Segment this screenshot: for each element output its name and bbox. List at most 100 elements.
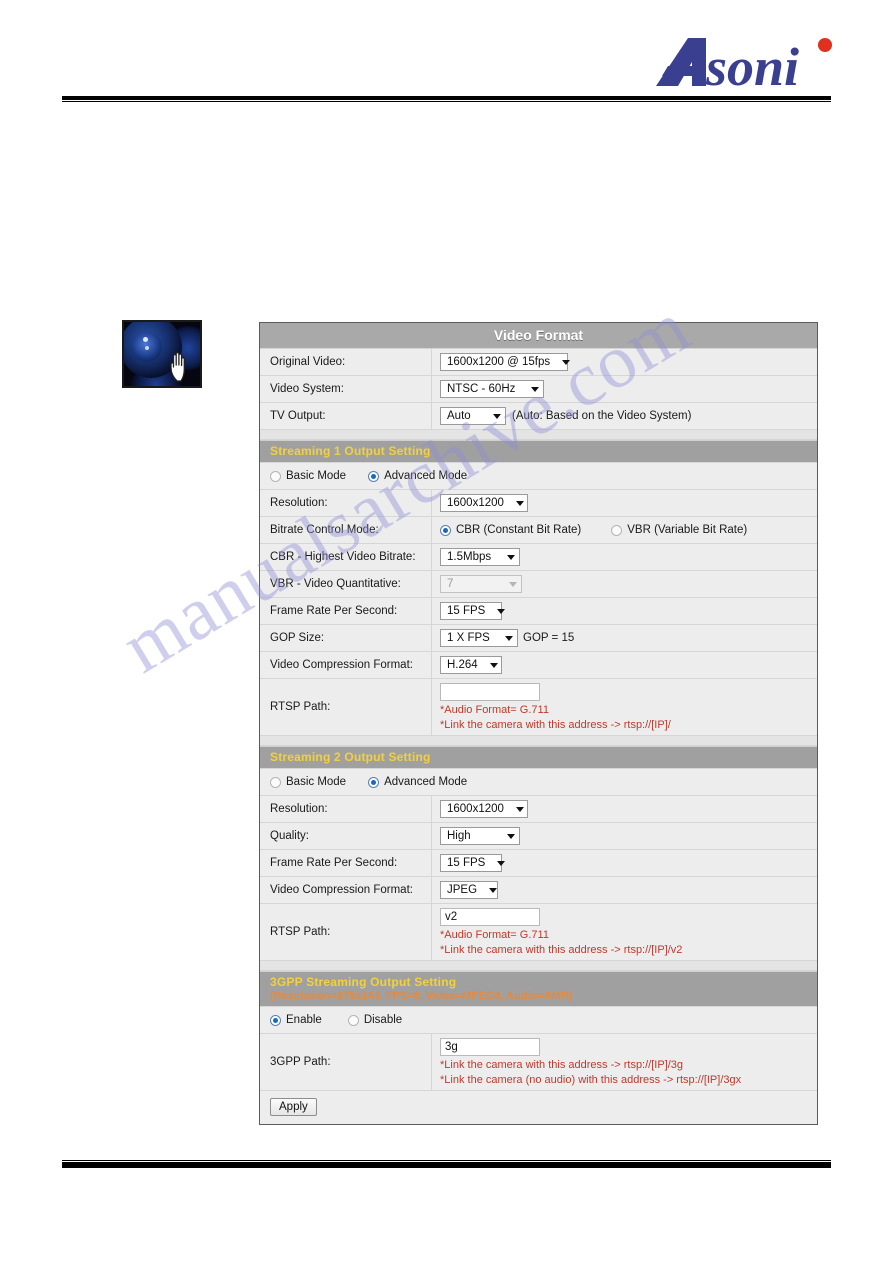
- hand-pointer-icon: [170, 352, 185, 382]
- footer-rule: [62, 1160, 831, 1168]
- chevron-down-icon: [493, 413, 501, 419]
- streaming1-rtsp-note2: *Link the camera with this address -> rt…: [440, 719, 671, 731]
- radio-icon: [270, 470, 281, 482]
- row-tv-output: TV Output: Auto (Auto: Based on the Vide…: [260, 403, 817, 430]
- radio-icon: [347, 1014, 359, 1026]
- streaming1-compression-select[interactable]: H.264: [440, 656, 502, 674]
- gop-note: GOP = 15: [523, 632, 575, 644]
- label-streaming2-compression: Video Compression Format:: [260, 877, 432, 903]
- label-threegpp-path: 3GPP Path:: [260, 1034, 432, 1090]
- row-threegpp-path: 3GPP Path: *Link the camera with this ad…: [260, 1034, 817, 1091]
- logo-dot-icon: [818, 38, 832, 52]
- chevron-down-icon: [497, 860, 506, 866]
- streaming2-section-header: Streaming 2 Output Setting: [260, 746, 817, 769]
- row-streaming1-mode: Basic Mode Advanced Mode: [260, 463, 817, 490]
- section-spacer: [260, 736, 817, 746]
- row-streaming2-resolution: Resolution: 1600x1200: [260, 796, 817, 823]
- chevron-down-icon: [531, 386, 539, 392]
- video-system-select[interactable]: NTSC - 60Hz: [440, 380, 544, 398]
- svg-text:soni: soni: [705, 37, 799, 94]
- row-threegpp-enable: Enable Disable: [260, 1007, 817, 1034]
- asoni-logo: soni: [648, 32, 848, 94]
- streaming2-fps-select[interactable]: 15 FPS: [440, 854, 506, 872]
- asoni-logo-icon: soni: [656, 37, 832, 94]
- row-streaming2-mode: Basic Mode Advanced Mode: [260, 769, 817, 796]
- radio-icon: [270, 1014, 281, 1026]
- streaming1-basic-mode-radio[interactable]: Basic Mode: [270, 470, 346, 482]
- row-streaming1-compression: Video Compression Format: H.264: [260, 652, 817, 679]
- chevron-down-icon: [507, 554, 515, 560]
- label-streaming1-resolution: Resolution:: [260, 490, 432, 516]
- streaming2-compression-select[interactable]: JPEG: [440, 881, 498, 899]
- label-gop-size: GOP Size:: [260, 625, 432, 651]
- vbr-quantitative-select: 7: [440, 575, 522, 593]
- threegpp-section-header: 3GPP Streaming Output Setting (Resolutio…: [260, 971, 817, 1007]
- label-streaming2-rtsp: RTSP Path:: [260, 904, 432, 960]
- row-video-system: Video System: NTSC - 60Hz: [260, 376, 817, 403]
- label-streaming2-quality: Quality:: [260, 823, 432, 849]
- threegpp-header-subtitle: (Resolution=176x144, FPS=5, Video=MPEG4,…: [270, 990, 573, 1002]
- tv-output-select[interactable]: Auto: [440, 407, 506, 425]
- camera-lens-thumbnail: [122, 320, 202, 388]
- gop-size-select[interactable]: 1 X FPS: [440, 629, 518, 647]
- row-streaming1-rtsp: RTSP Path: *Audio Format= G.711 *Link th…: [260, 679, 817, 736]
- row-streaming1-resolution: Resolution: 1600x1200: [260, 490, 817, 517]
- streaming2-rtsp-input[interactable]: [440, 908, 540, 926]
- row-streaming1-bitrate-control: Bitrate Control Mode: CBR (Constant Bit …: [260, 517, 817, 544]
- streaming1-advanced-mode-radio[interactable]: Advanced Mode: [368, 470, 467, 482]
- threegpp-note1: *Link the camera with this address -> rt…: [440, 1059, 684, 1071]
- streaming2-quality-select[interactable]: High: [440, 827, 520, 845]
- streaming1-resolution-select[interactable]: 1600x1200: [440, 494, 528, 512]
- row-streaming2-compression: Video Compression Format: JPEG: [260, 877, 817, 904]
- threegpp-disable-radio[interactable]: Disable: [347, 1014, 402, 1026]
- chevron-down-icon: [515, 806, 524, 812]
- label-cbr-bitrate: CBR - Highest Video Bitrate:: [260, 544, 432, 570]
- label-streaming1-rtsp: RTSP Path:: [260, 679, 432, 735]
- threegpp-path-input[interactable]: [440, 1038, 540, 1056]
- header-rule: [62, 96, 831, 102]
- streaming2-rtsp-note2: *Link the camera with this address -> rt…: [440, 944, 683, 956]
- chevron-down-icon: [562, 359, 571, 365]
- streaming1-fps-select[interactable]: 15 FPS: [440, 602, 506, 620]
- section-spacer: [260, 961, 817, 971]
- row-vbr-quantitative: VBR - Video Quantitative: 7: [260, 571, 817, 598]
- radio-icon: [440, 524, 451, 536]
- chevron-down-icon: [515, 500, 524, 506]
- radio-icon: [611, 524, 623, 536]
- row-cbr-bitrate: CBR - Highest Video Bitrate: 1.5Mbps: [260, 544, 817, 571]
- chevron-down-icon: [489, 662, 498, 668]
- streaming1-rtsp-note1: *Audio Format= G.711: [440, 704, 549, 716]
- streaming1-rtsp-input[interactable]: [440, 683, 540, 701]
- radio-icon: [368, 776, 380, 788]
- row-streaming1-fps: Frame Rate Per Second: 15 FPS: [260, 598, 817, 625]
- tv-output-note: (Auto: Based on the Video System): [512, 410, 692, 422]
- label-tv-output: TV Output:: [260, 403, 432, 429]
- streaming2-resolution-select[interactable]: 1600x1200: [440, 800, 528, 818]
- row-original-video: Original Video: 1600x1200 @ 15fps: [260, 349, 817, 376]
- radio-icon: [368, 470, 380, 482]
- streaming2-rtsp-note1: *Audio Format= G.711: [440, 929, 549, 941]
- document-page: soni manualsarchive.com Video Format Ori…: [0, 0, 893, 1263]
- vbr-radio[interactable]: VBR (Variable Bit Rate): [611, 524, 747, 536]
- threegpp-header-label: 3GPP Streaming Output Setting: [270, 975, 457, 989]
- original-video-select[interactable]: 1600x1200 @ 15fps: [440, 353, 571, 371]
- apply-button[interactable]: Apply: [270, 1098, 317, 1116]
- threegpp-enable-radio[interactable]: Enable: [270, 1014, 322, 1026]
- streaming2-basic-mode-radio[interactable]: Basic Mode: [270, 776, 346, 788]
- cbr-radio[interactable]: CBR (Constant Bit Rate): [440, 524, 581, 536]
- section-spacer: [260, 430, 817, 440]
- label-original-video: Original Video:: [260, 349, 432, 375]
- label-streaming2-fps: Frame Rate Per Second:: [260, 850, 432, 876]
- label-streaming1-fps: Frame Rate Per Second:: [260, 598, 432, 624]
- chevron-down-icon: [497, 608, 506, 614]
- streaming1-section-header: Streaming 1 Output Setting: [260, 440, 817, 463]
- row-streaming2-rtsp: RTSP Path: *Audio Format= G.711 *Link th…: [260, 904, 817, 961]
- page-title: Video Format: [260, 323, 817, 349]
- label-streaming1-compression: Video Compression Format:: [260, 652, 432, 678]
- row-streaming2-quality: Quality: High: [260, 823, 817, 850]
- cbr-bitrate-select[interactable]: 1.5Mbps: [440, 548, 520, 566]
- label-video-system: Video System:: [260, 376, 432, 402]
- radio-icon: [270, 776, 281, 788]
- chevron-down-icon: [489, 887, 498, 893]
- streaming2-advanced-mode-radio[interactable]: Advanced Mode: [368, 776, 467, 788]
